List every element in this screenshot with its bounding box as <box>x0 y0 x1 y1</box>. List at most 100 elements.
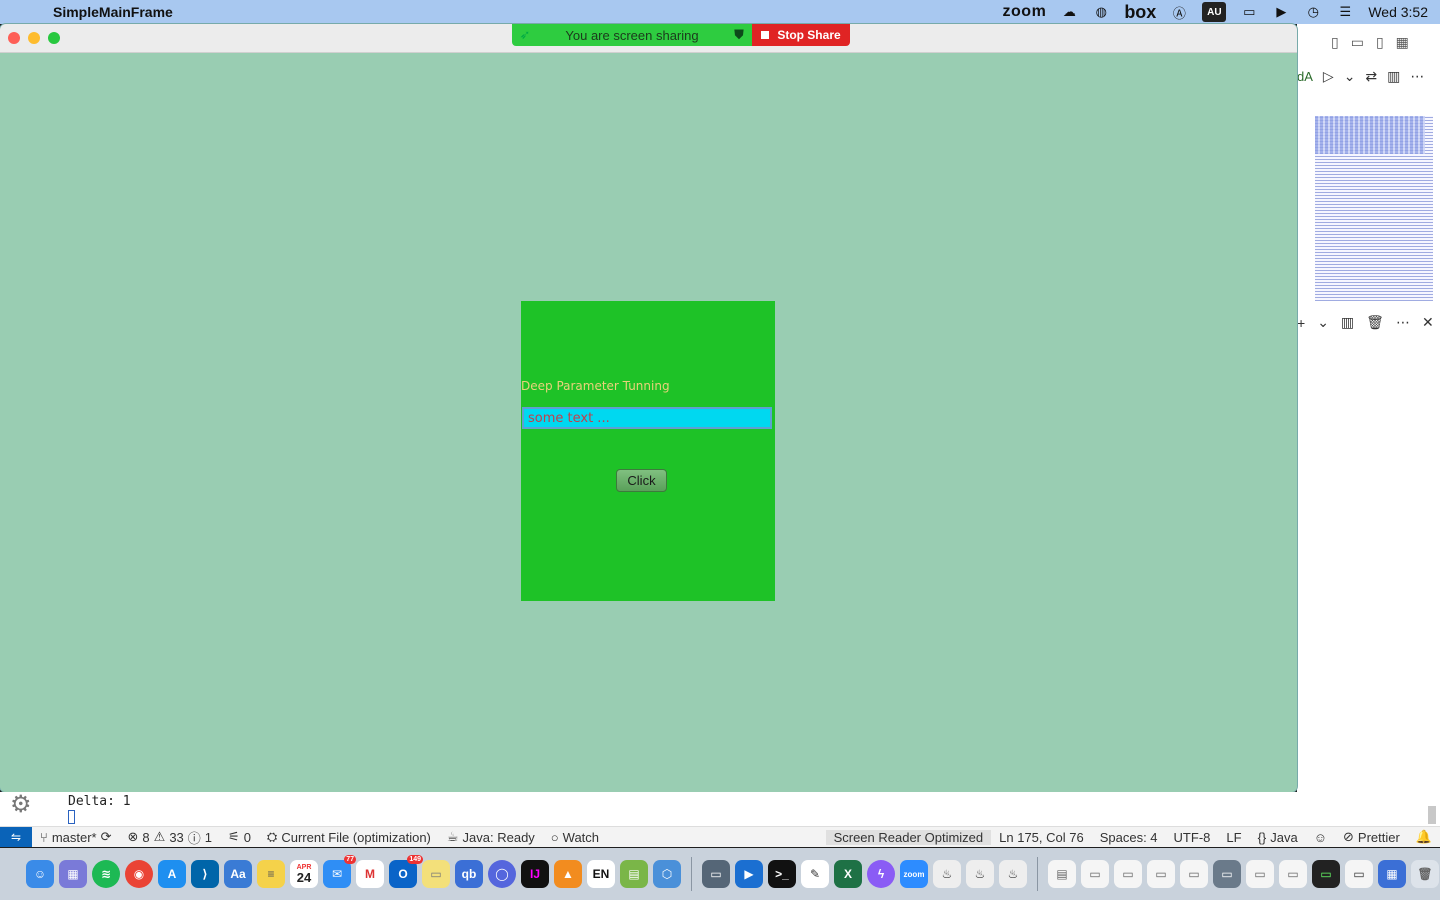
window-thumbnail-icon[interactable]: ▭ <box>1279 860 1307 888</box>
app-name-menu[interactable]: SimpleMainFrame <box>53 4 173 20</box>
remote-indicator-button[interactable]: ⇋ <box>0 827 32 847</box>
ports-status[interactable]: ⚟ 0 <box>220 829 259 845</box>
trash-icon[interactable]: 🗑 <box>1366 314 1384 331</box>
dictionary-app-icon[interactable]: Aa <box>224 860 252 888</box>
mail-icon[interactable]: ✉ 77 <box>323 855 356 888</box>
toggle-panel-icon[interactable]: ▭ <box>1351 34 1364 51</box>
encoding-status[interactable]: UTF-8 <box>1166 830 1219 845</box>
window-thumbnail-icon[interactable]: ▭ <box>1246 860 1274 888</box>
intellij-icon[interactable]: IJ <box>521 860 549 888</box>
new-terminal-icon[interactable]: + <box>1297 315 1305 331</box>
error-count: 8 <box>142 829 150 845</box>
copilot-icon[interactable]: ☺ <box>1306 830 1335 845</box>
window-thumbnail-icon[interactable]: ▭ <box>1147 860 1175 888</box>
java-app-icon-2[interactable]: ♨ <box>966 860 994 888</box>
box-menu-icon[interactable]: box <box>1124 2 1156 22</box>
vscode-icon[interactable]: ⟩ <box>191 860 219 888</box>
run-config-label: Current File (optimization) <box>281 829 431 845</box>
time-machine-icon[interactable]: ◷ <box>1304 3 1322 21</box>
chevron-down-icon[interactable]: ⌄ <box>1317 314 1329 331</box>
eol-status[interactable]: LF <box>1218 830 1249 845</box>
gear-icon[interactable]: ⚙ <box>10 790 32 819</box>
run-config-status[interactable]: ⛭ Current File (optimization) <box>259 829 439 845</box>
terminal-icon[interactable]: >_ <box>768 860 796 888</box>
chevron-down-icon[interactable]: ⌄ <box>1344 68 1356 85</box>
textedit-icon[interactable]: ✎ <box>801 860 829 888</box>
terminal-scrollbar[interactable] <box>1428 806 1436 824</box>
more-actions-icon[interactable]: ⋯ <box>1396 314 1410 331</box>
more-actions-icon[interactable]: ⋯ <box>1410 68 1424 85</box>
excel-icon[interactable]: X <box>834 860 862 888</box>
bell-icon[interactable]: 🔔 <box>1408 829 1440 845</box>
indentation-status[interactable]: Spaces: 4 <box>1092 830 1166 845</box>
messenger-icon[interactable]: ϟ <box>867 860 895 888</box>
watch-status[interactable]: ○ Watch <box>543 830 607 845</box>
split-terminal-icon[interactable]: ▥ <box>1341 314 1354 331</box>
zoom-window-button[interactable] <box>48 32 60 44</box>
document-icon[interactable]: ▤ <box>1048 860 1076 888</box>
editor-tab-fragment[interactable]: dA <box>1297 69 1313 84</box>
language-status[interactable]: {} Java <box>1250 830 1306 845</box>
zoom-app-icon[interactable]: ▶ <box>735 860 763 888</box>
toggle-secondary-sidebar-icon[interactable]: ▯ <box>1376 34 1384 51</box>
window-thumbnail-icon[interactable]: ▭ <box>1114 860 1142 888</box>
finder-icon[interactable]: ☺ <box>26 860 54 888</box>
calendar-icon[interactable]: APR 24 <box>290 860 318 888</box>
keyboard-language-icon[interactable]: EN <box>587 860 615 888</box>
zoom-icon[interactable]: zoom <box>900 860 928 888</box>
customize-layout-icon[interactable]: ▦ <box>1396 34 1409 51</box>
java-app-icon-3[interactable]: ♨ <box>999 860 1027 888</box>
window-thumbnail-icon[interactable]: ▭ <box>1213 860 1241 888</box>
screen-reader-status[interactable]: Screen Reader Optimized <box>825 829 992 845</box>
screen-sharing-icon[interactable]: ▭ <box>702 860 730 888</box>
sublime-merge-icon[interactable]: ▲ <box>554 860 582 888</box>
dictionary-icon[interactable]: Ⓐ <box>1170 3 1188 21</box>
sharing-status[interactable]: ➶ You are screen sharing ⛊ <box>512 24 752 46</box>
window-thumbnail-icon[interactable]: ▭ <box>1081 860 1109 888</box>
problems-status[interactable]: ⊗ 8 ⚠ 33 ⓘ 1 <box>120 828 221 847</box>
split-editor-icon[interactable]: ▥ <box>1387 68 1400 85</box>
globe-icon[interactable]: ◍ <box>1092 3 1110 21</box>
close-icon[interactable]: ✕ <box>1422 314 1434 331</box>
launchpad-icon[interactable]: ▦ <box>59 860 87 888</box>
zoom-menu-icon[interactable]: zoom <box>1003 3 1047 21</box>
stop-share-button[interactable]: Stop Share <box>752 24 850 46</box>
stickies-icon[interactable]: ▭ <box>422 860 450 888</box>
window-thumbnail-icon[interactable]: ▭ <box>1312 860 1340 888</box>
toggle-sidebar-icon[interactable]: ▯ <box>1331 34 1339 51</box>
java-frame-window: Deep Parameter Tunning Click <box>0 24 1297 792</box>
pycharm-icon[interactable]: ▤ <box>620 860 648 888</box>
java-status[interactable]: ☕ Java: Ready <box>439 829 543 845</box>
window-thumbnail-icon[interactable]: ▭ <box>1345 860 1373 888</box>
prettier-status[interactable]: ⊘ Prettier <box>1335 829 1408 845</box>
trash-icon[interactable]: 🗑 <box>1411 860 1439 888</box>
window-thumbnail-icon[interactable]: ▭ <box>1180 860 1208 888</box>
terminal-panel[interactable]: ⚙ Delta: 1 <box>0 790 1440 826</box>
virtualbox-icon[interactable]: ⬡ <box>653 860 681 888</box>
menu-clock[interactable]: Wed 3:52 <box>1368 3 1428 21</box>
qbittorrent-icon[interactable]: qb <box>455 860 483 888</box>
compare-icon[interactable]: ⇄ <box>1365 68 1377 85</box>
spotify-icon[interactable]: ≋ <box>92 860 120 888</box>
click-button[interactable]: Click <box>616 469 667 492</box>
notes-icon[interactable]: ≡ <box>257 860 285 888</box>
text-input[interactable] <box>522 407 772 429</box>
outlook-icon[interactable]: O 149 <box>389 855 423 888</box>
minimize-window-button[interactable] <box>28 32 40 44</box>
branch-status[interactable]: ⑂ master* ⟳ <box>32 829 120 845</box>
cursor-position-status[interactable]: Ln 175, Col 76 <box>991 830 1092 845</box>
control-center-icon[interactable]: ☰ <box>1336 3 1354 21</box>
au-icon[interactable]: AU <box>1202 2 1227 22</box>
battery-icon[interactable]: ▭ <box>1240 3 1258 21</box>
run-icon[interactable]: ▷ <box>1323 68 1334 85</box>
window-thumbnail-icon[interactable]: ▦ <box>1378 860 1406 888</box>
gmail-icon[interactable]: M <box>356 860 384 888</box>
chrome-icon[interactable]: ◉ <box>125 860 153 888</box>
play-icon[interactable]: ▶ <box>1272 3 1290 21</box>
java-app-icon[interactable]: ♨ <box>933 860 961 888</box>
arc-browser-icon[interactable]: ◯ <box>488 860 516 888</box>
cloud-icon[interactable]: ☁ <box>1060 3 1078 21</box>
app-store-icon[interactable]: A <box>158 860 186 888</box>
close-window-button[interactable] <box>8 32 20 44</box>
minimap[interactable] <box>1315 116 1433 301</box>
